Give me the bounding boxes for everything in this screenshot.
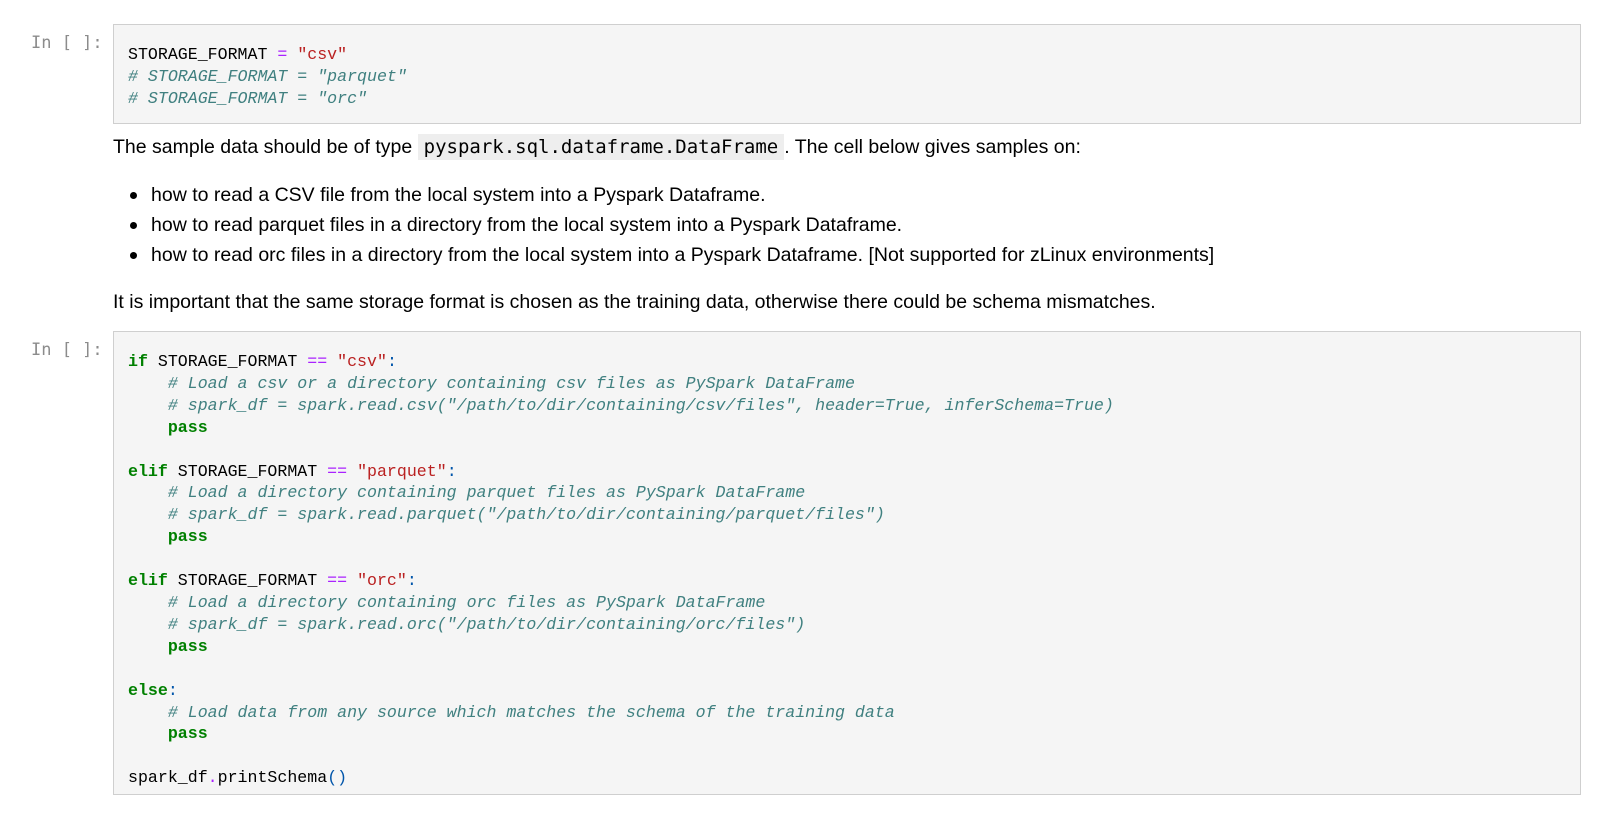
markdown-cell: The sample data should be of type pyspar… — [113, 133, 1573, 316]
code-line: pass — [128, 637, 208, 656]
code-line: # Load data from any source which matche… — [128, 703, 895, 722]
code-line: # Load a directory containing parquet fi… — [128, 483, 805, 502]
code-punctuation: : — [406, 571, 417, 591]
list-item: how to read a CSV file from the local sy… — [113, 180, 1573, 210]
code-comment: # spark_df = spark.read.csv("/path/to/di… — [167, 395, 1114, 415]
bullet-icon — [130, 192, 137, 199]
closing-paragraph: It is important that the same storage fo… — [113, 291, 1156, 313]
code-text[interactable]: if STORAGE_FORMAT == "csv": # Load a csv… — [128, 351, 1566, 789]
code-string: "parquet" — [357, 461, 447, 481]
code-operator: == — [327, 571, 348, 591]
code-line: pass — [128, 527, 208, 546]
code-editor[interactable]: STORAGE_FORMAT = "csv" # STORAGE_FORMAT … — [113, 24, 1581, 124]
list-item: how to read parquet files in a directory… — [113, 210, 1573, 240]
code-string: "csv" — [297, 45, 348, 64]
code-line: # STORAGE_FORMAT = "parquet" — [128, 67, 407, 86]
cell-prompt: In [ ]: — [31, 33, 103, 53]
code-punctuation: : — [386, 352, 397, 371]
code-text: STORAGE_FORMAT — [167, 461, 328, 481]
bullet-icon — [130, 252, 137, 259]
code-text: spark_df — [128, 768, 208, 788]
list-item-text: how to read parquet files in a directory… — [151, 214, 903, 236]
code-operator: == — [327, 461, 348, 481]
intro-text-after: . The cell below gives samples on: — [784, 136, 1081, 158]
code-punctuation: : — [446, 461, 457, 481]
code-line: # spark_df = spark.read.csv("/path/to/di… — [128, 396, 1114, 415]
code-line: elif STORAGE_FORMAT == "parquet": — [128, 462, 457, 481]
intro-paragraph: The sample data should be of type pyspar… — [113, 133, 1573, 161]
sample-list: how to read a CSV file from the local sy… — [113, 180, 1573, 270]
code-keyword: elif — [128, 571, 168, 591]
code-keyword: pass — [167, 527, 208, 547]
code-keyword: pass — [167, 636, 208, 656]
bullet-icon — [130, 222, 137, 229]
code-line: STORAGE_FORMAT = "csv" — [128, 45, 347, 64]
code-text[interactable]: STORAGE_FORMAT = "csv" # STORAGE_FORMAT … — [128, 44, 1566, 110]
code-operator: = — [277, 45, 288, 64]
code-comment: # STORAGE_FORMAT = "orc" — [128, 88, 367, 108]
code-comment: # Load a csv or a directory containing c… — [167, 373, 855, 393]
code-comment: # Load a directory containing parquet fi… — [167, 483, 806, 503]
code-punctuation: () — [327, 768, 348, 788]
code-text: printSchema — [217, 768, 328, 788]
code-line: # spark_df = spark.read.orc("/path/to/di… — [128, 615, 805, 634]
code-comment: # Load a directory containing orc files … — [167, 592, 766, 612]
inline-code-dataframe: pyspark.sql.dataframe.DataFrame — [417, 134, 785, 160]
code-comment: # Load data from any source which matche… — [167, 702, 895, 722]
code-line: # STORAGE_FORMAT = "orc" — [128, 89, 367, 108]
code-line: if STORAGE_FORMAT == "csv": — [128, 352, 397, 371]
list-item: how to read orc files in a directory fro… — [113, 240, 1573, 270]
code-keyword: else — [128, 680, 168, 700]
code-editor[interactable]: if STORAGE_FORMAT == "csv": # Load a csv… — [113, 331, 1581, 795]
code-text: STORAGE_FORMAT — [167, 571, 328, 591]
code-punctuation: : — [167, 680, 178, 700]
code-operator: . — [207, 768, 218, 788]
list-item-text: how to read orc files in a directory fro… — [151, 244, 1215, 266]
code-line: pass — [128, 418, 208, 437]
code-line: pass — [128, 724, 208, 743]
code-line: else: — [128, 681, 178, 700]
code-keyword: if — [128, 352, 148, 371]
code-string: "csv" — [337, 352, 387, 371]
code-line: elif STORAGE_FORMAT == "orc": — [128, 571, 417, 590]
code-keyword: pass — [167, 724, 208, 744]
code-text: STORAGE_FORMAT — [147, 352, 308, 371]
code-line: spark_df.printSchema() — [128, 768, 347, 787]
code-operator: == — [307, 352, 328, 371]
code-comment: # spark_df = spark.read.parquet("/path/t… — [167, 505, 885, 525]
intro-text: The sample data should be of type — [113, 136, 418, 158]
list-item-text: how to read a CSV file from the local sy… — [151, 184, 766, 206]
code-line: # Load a directory containing orc files … — [128, 593, 765, 612]
code-text: STORAGE_FORMAT — [128, 45, 278, 64]
code-line: # spark_df = spark.read.parquet("/path/t… — [128, 505, 885, 524]
code-line: # Load a csv or a directory containing c… — [128, 374, 855, 393]
code-keyword: elif — [128, 461, 168, 481]
code-comment: # spark_df = spark.read.orc("/path/to/di… — [167, 614, 806, 634]
code-comment: # STORAGE_FORMAT = "parquet" — [128, 66, 407, 86]
code-string: "orc" — [357, 571, 407, 591]
cell-prompt: In [ ]: — [31, 340, 103, 360]
code-keyword: pass — [167, 417, 208, 437]
